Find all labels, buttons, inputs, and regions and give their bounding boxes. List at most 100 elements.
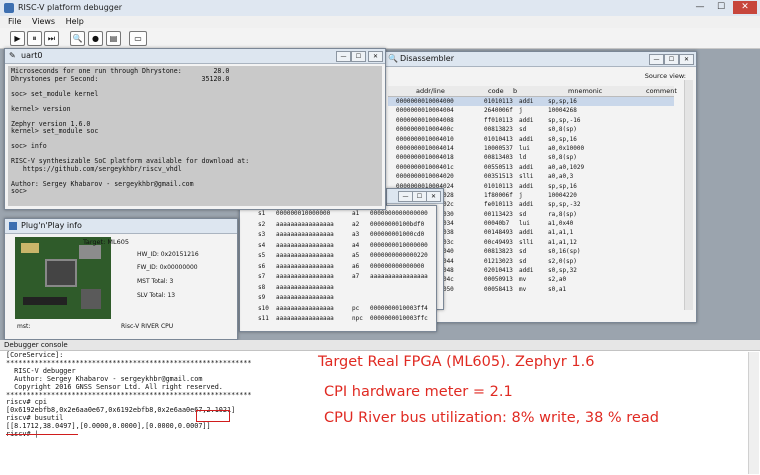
console-scrollbar[interactable] [748,352,759,474]
register-value[interactable]: aaaaaaaaaaaaaaaa [276,284,334,291]
source-view-label: Source view: [644,72,686,80]
zoom-button[interactable]: 🔍 [70,31,85,46]
disasm-code: 00550513 [484,163,513,171]
disasm-row[interactable]: 0000000010004020 00351513 slli a0,a0,3 [388,172,674,181]
register-value[interactable]: 000000000000000 [370,263,424,270]
disasm-code: 1f80006f [484,191,513,199]
menu-file[interactable]: File [8,16,21,28]
disasm-scrollbar[interactable] [684,80,693,310]
disasm-addr: 0000000010004004 [396,107,454,115]
disasm-row[interactable]: 0000000010004010 01010413 addi s0,sp,16 [388,135,674,144]
register-value[interactable]: 0000000010003ffc [370,315,428,322]
register-name: s1 [258,210,266,217]
register-value[interactable]: aaaaaaaaaaaaaaaa [276,242,334,249]
run-button[interactable]: ▶ [10,31,25,46]
small-a-max-button[interactable]: ☐ [412,191,427,202]
small-window-a-titlebar[interactable]: — ☐ ✕ [387,189,443,204]
memory-button[interactable]: ▤ [106,31,121,46]
disasm-op: addi [519,201,534,209]
step-button[interactable]: ⏭ [44,31,59,46]
disasm-op: mv [519,285,527,293]
minimize-button[interactable]: — [690,1,710,14]
disasm-code: 01010413 [484,135,513,143]
register-value[interactable]: aaaaaaaaaaaaaaaa [276,315,334,322]
disasm-op: addi [519,116,534,124]
register-value[interactable]: aaaaaaaaaaaaaaaa [370,273,428,280]
disasm-addr: 000000001000401c [396,163,454,171]
register-value[interactable]: 000000010000000 [276,210,330,217]
register-value[interactable]: aaaaaaaaaaaaaaaa [276,252,334,259]
register-value[interactable]: aaaaaaaaaaaaaaaa [276,221,334,228]
menu-help[interactable]: Help [66,16,84,28]
maximize-button[interactable]: ☐ [711,1,731,14]
col-code: code [488,87,504,95]
uart-titlebar[interactable]: ✎ uart0 — ☐ ✕ [5,49,385,64]
uart-maximize-button[interactable]: ☐ [351,51,366,62]
disasm-op: mv [519,276,527,284]
register-name: s3 [258,231,266,238]
disasm-addr: 000000001000400c [396,126,454,134]
register-value[interactable]: 0000000000000220 [370,252,428,259]
disasm-code: 02010413 [484,267,513,275]
register-name: s6 [258,262,266,270]
disasm-addr: 0000000010004008 [396,116,454,124]
disasm-row[interactable]: 000000001000401c 00550513 addi a0,a0,1029 [388,163,674,172]
disasm-row[interactable]: 0000000010004018 00813403 ld s0,8(sp) [388,153,674,162]
uart-terminal[interactable]: Microseconds for one run through Dhrysto… [8,66,382,206]
register-value[interactable]: 0000000010000000 [370,242,428,249]
register-value[interactable]: aaaaaaaaaaaaaaaa [276,294,334,301]
disasm-row[interactable]: 0000000010004014 10000537 lui a0,0x10000 [388,144,674,153]
disasm-op: sd [519,210,527,218]
disasm-row[interactable]: 0000000010004004 2640006f j 10004268 [388,106,674,115]
debugger-console: Debugger console [CoreService]: *********… [0,340,760,475]
disasm-args: a0,0x10000 [548,144,585,152]
register-value[interactable]: aaaaaaaaaaaaaaaa [276,305,334,312]
disasm-op: addi [519,163,534,171]
col-mnemonic: mnemonic [568,87,603,95]
disasm-row[interactable]: 0000000010004008 ff010113 addi sp,sp,-16 [388,116,674,125]
disasm-close-button[interactable]: ✕ [679,54,694,65]
disasm-args: s2,0(sp) [548,257,577,265]
registers-window: s1 000000010000000 a1 0000000000000000 s2 aaa… [239,205,437,332]
app-title: RISC-V platform debugger [18,3,123,12]
disasm-code: 01010113 [484,182,513,190]
pnp-hw-id: HW_ID: 0x20151216 [137,251,199,258]
console-output[interactable]: [CoreService]: **************************… [6,351,252,439]
console-title: Debugger console [4,341,68,349]
uart-minimize-button[interactable]: — [336,51,351,62]
disasm-row[interactable]: 0000000010004000 01010113 addi sp,sp,16 [388,97,674,107]
disasm-minimize-button[interactable]: — [649,54,664,65]
disasm-maximize-button[interactable]: ☐ [664,54,679,65]
disasm-row[interactable]: 000000001000400c 00813823 sd s0,8(sp) [388,125,674,134]
small-a-close-button[interactable]: ✕ [426,191,441,202]
small-a-min-button[interactable]: — [398,191,413,202]
register-name: s10 [258,304,269,312]
register-value[interactable]: 0000000010003ff4 [370,305,428,312]
uart-title: uart0 [21,51,43,60]
register-value[interactable]: 00000000100bdf0 [370,221,424,228]
col-addr: addr/line [416,87,445,95]
close-button[interactable]: ✕ [733,1,757,14]
pnp-titlebar[interactable]: Plug'n'Play info [5,219,237,234]
screen-button[interactable]: ▭ [129,31,147,46]
register-value[interactable]: 0000000000000000 [370,210,428,217]
pause-button[interactable]: ⏸ [27,31,42,46]
disasm-code: 00040b7 [484,220,510,228]
uart-close-button[interactable]: ✕ [368,51,383,62]
chip-icon [9,222,17,230]
disasm-code: fe010113 [484,201,513,209]
register-name: a4 [352,241,360,249]
register-value[interactable]: aaaaaaaaaaaaaaaa [276,231,334,238]
register-value[interactable]: aaaaaaaaaaaaaaaa [276,273,334,280]
register-value[interactable]: aaaaaaaaaaaaaaaa [276,263,334,270]
disasm-addr: 0000000010004018 [396,154,454,162]
annotation-line-3: CPU River bus utilization: 8% write, 38 … [324,410,659,426]
disassembler-titlebar[interactable]: 🔍 Disassembler — ☐ ✕ [384,52,696,67]
register-name: s11 [258,315,269,322]
register-value[interactable]: 000000001000cd0 [370,231,424,238]
disasm-op: slli [519,173,534,181]
register-name: a2 [352,220,360,228]
disasm-op: sd [519,126,527,134]
menu-views[interactable]: Views [32,16,55,28]
stop-button[interactable]: ● [88,31,103,46]
